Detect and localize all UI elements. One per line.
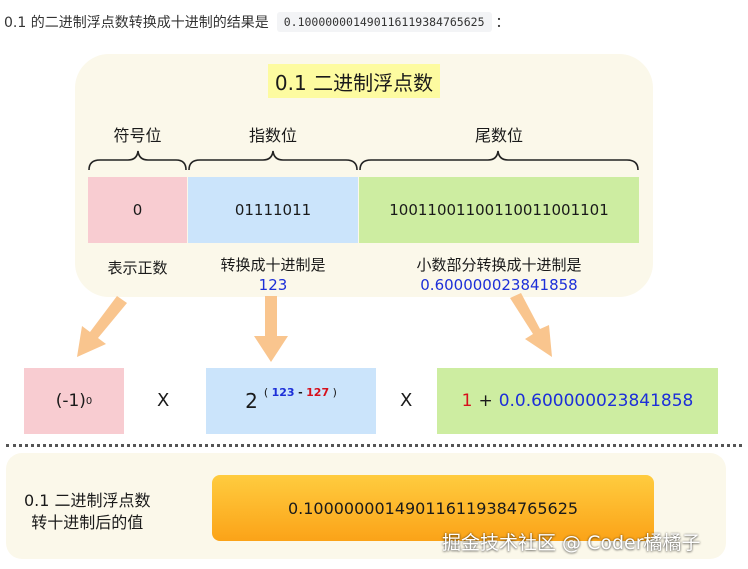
- result-label: 0.1 二进制浮点数 转十进制后的值: [24, 490, 151, 534]
- mantissa-plus: +: [478, 391, 493, 411]
- mantissa-fraction-value: 0.0.600000023841858: [498, 391, 694, 411]
- power-minus: -: [298, 385, 303, 399]
- dotted-divider: [6, 444, 742, 447]
- exponent-down-arrow: [254, 296, 288, 362]
- multiply-sign-1: X: [157, 390, 170, 411]
- flow-arrows: [77, 293, 552, 362]
- sign-factor-exponent: 0: [85, 395, 93, 407]
- power-bias: 127: [306, 385, 330, 399]
- multiply-sign-2: X: [400, 390, 413, 411]
- exponent-factor-base: 2: [245, 389, 258, 413]
- exponent-factor-box: 2 ( 123 - 127 ): [206, 368, 376, 434]
- result-label-line2: 转十进制后的值: [31, 513, 144, 532]
- sign-down-arrow: [77, 296, 127, 357]
- result-label-line1: 0.1 二进制浮点数: [24, 491, 151, 510]
- sign-factor-base: (-1): [55, 391, 86, 411]
- mantissa-down-arrow: [510, 293, 552, 357]
- sign-factor-box: (-1) 0: [24, 368, 124, 434]
- exponent-factor-power: ( 123 - 127 ): [264, 386, 337, 399]
- power-biased-exponent: 123: [271, 385, 295, 399]
- watermark: 掘金技术社区 @ Coder橘橘子: [442, 532, 701, 554]
- power-paren-close: ): [332, 385, 337, 399]
- mantissa-implicit-one: 1: [461, 391, 473, 411]
- mantissa-factor-box: 1 + 0.0.600000023841858: [437, 368, 718, 434]
- power-paren-open: (: [263, 385, 269, 399]
